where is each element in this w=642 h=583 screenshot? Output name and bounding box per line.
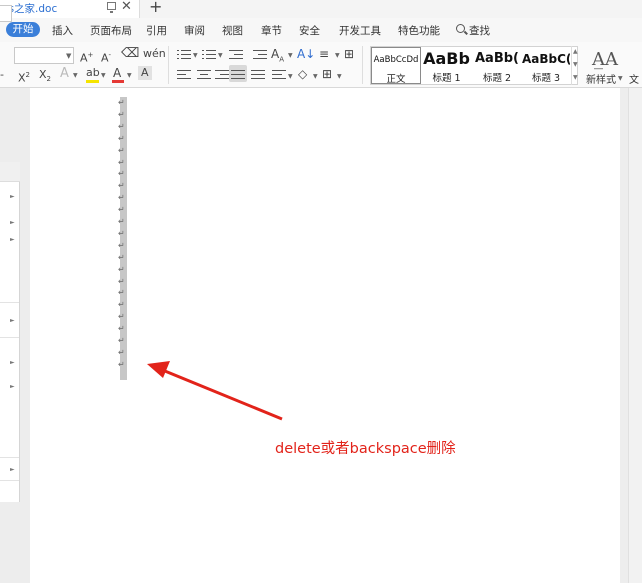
annotation-arrow [147,361,283,421]
annotation-text: delete或者backspace删除 [275,441,456,457]
